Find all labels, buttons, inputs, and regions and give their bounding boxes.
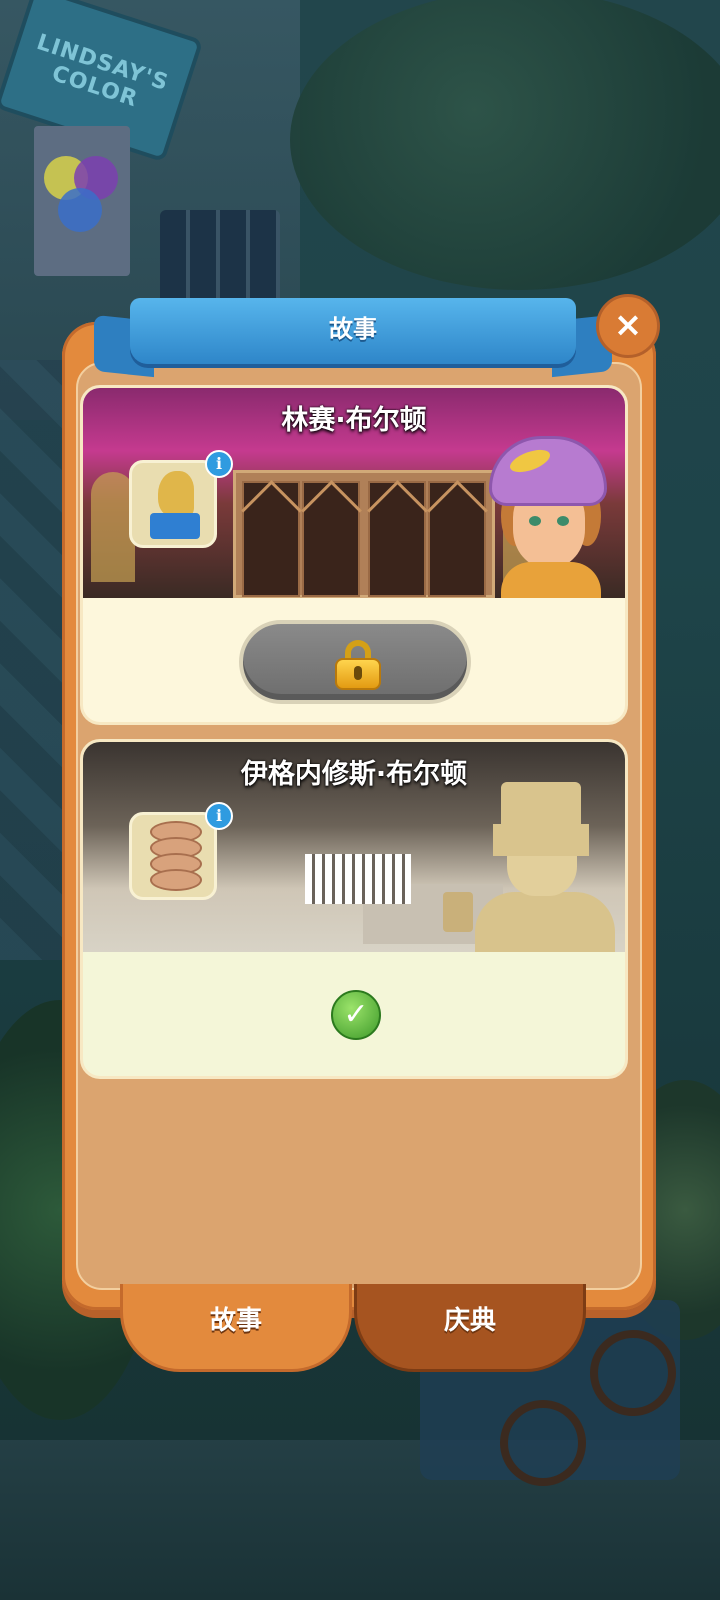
close-button[interactable]: ×: [596, 294, 660, 358]
story-card-lindsay[interactable]: 林赛·布尔顿 i: [80, 385, 628, 725]
lock-icon: [335, 640, 381, 690]
dialog-title: 故事: [329, 315, 377, 343]
info-icon[interactable]: i: [205, 802, 233, 830]
factory-window: [345, 854, 411, 904]
trophy-icon: [129, 460, 217, 548]
color-poster: [34, 126, 130, 276]
story-title: 伊格内修斯·布尔顿: [240, 759, 468, 790]
tab-story-label: 故事: [209, 1306, 262, 1336]
lindsay-character: [489, 436, 613, 598]
checkmark-icon: ✓: [331, 990, 381, 1040]
shop-doors: [233, 470, 495, 598]
locked-button[interactable]: [239, 620, 471, 704]
statue-cup: [443, 892, 473, 932]
ignatius-statue: [475, 782, 615, 952]
story-card-ignatius[interactable]: 伊格内修斯·布尔顿 i ✓: [80, 739, 628, 1079]
story-title: 林赛·布尔顿: [281, 405, 427, 436]
tab-story[interactable]: 故事: [120, 1284, 352, 1372]
tab-festival[interactable]: 庆典: [354, 1284, 586, 1372]
tree: [290, 0, 720, 290]
title-ribbon: 故事: [130, 298, 576, 364]
cart-wheel: [590, 1330, 676, 1416]
tin-cans-icon: [129, 812, 217, 900]
tab-festival-label: 庆典: [443, 1306, 496, 1336]
cart-wheel: [500, 1400, 586, 1486]
shop-sign-text: LINDSAY'S COLOR: [33, 29, 172, 113]
info-icon[interactable]: i: [205, 450, 233, 478]
